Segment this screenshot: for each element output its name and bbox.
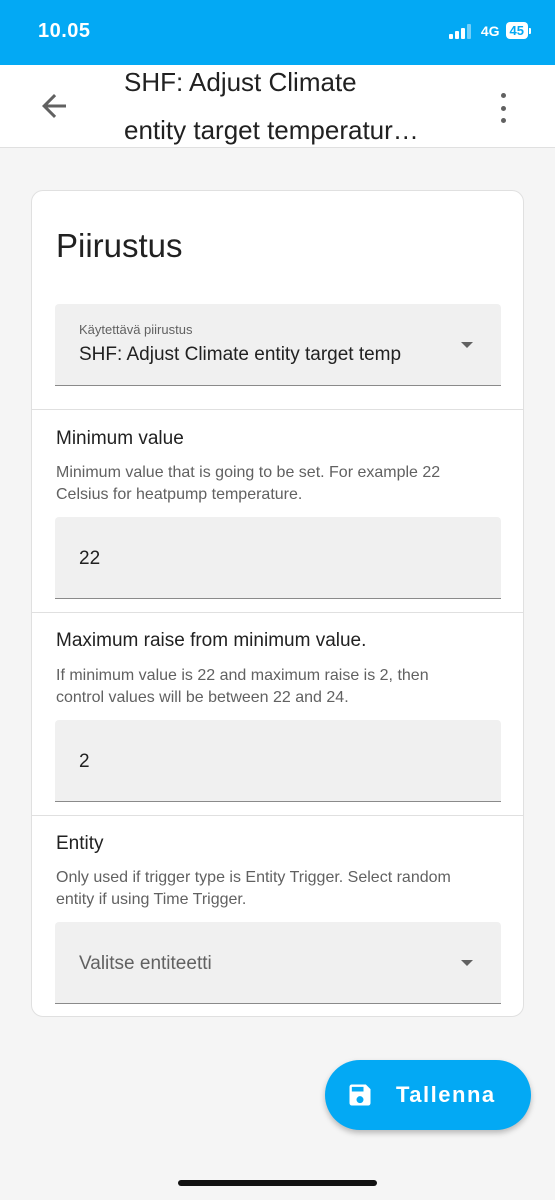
save-button[interactable]: Tallenna — [325, 1060, 531, 1130]
chevron-down-icon — [461, 960, 473, 966]
max-raise-text: 2 — [79, 751, 90, 772]
blueprint-select[interactable]: Käytettävä piirustus SHF: Adjust Climate… — [55, 304, 501, 386]
min-value-text: 22 — [79, 548, 101, 569]
blueprint-card: Piirustus Käytettävä piirustus SHF: Adju… — [31, 190, 524, 1017]
page-title-line1: SHF: Adjust Climate — [124, 67, 357, 97]
entity-title: Entity — [56, 833, 104, 854]
battery-level: 45 — [505, 22, 528, 39]
chevron-down-icon — [461, 342, 473, 348]
save-icon — [349, 1084, 371, 1106]
app-header: SHF: Adjust Climate entity target temper… — [0, 65, 555, 148]
home-indicator[interactable] — [178, 1180, 377, 1186]
entity-description: Only used if trigger type is Entity Trig… — [56, 869, 451, 908]
save-button-label: Tallenna — [396, 1082, 496, 1107]
entity-picker-placeholder: Valitse entiteetti — [79, 953, 212, 974]
min-value-description: Minimum value that is going to be set. F… — [56, 464, 441, 503]
divider — [32, 409, 523, 410]
status-icons: 4G 45 — [448, 22, 531, 39]
blueprint-select-label: Käytettävä piirustus — [79, 322, 193, 337]
blueprint-select-value: SHF: Adjust Climate entity target temp — [79, 344, 402, 365]
max-raise-description: If minimum value is 22 and maximum raise… — [56, 667, 429, 706]
max-raise-title: Maximum raise from minimum value. — [56, 630, 367, 651]
status-bar: 10.05 4G 45 — [0, 0, 555, 65]
battery-icon: 45 — [505, 22, 531, 39]
signal-icon — [448, 23, 471, 39]
divider — [32, 815, 523, 816]
entity-picker[interactable]: Valitse entiteetti — [55, 922, 501, 1004]
min-value-input[interactable]: 22 — [55, 517, 501, 599]
max-raise-input[interactable]: 2 — [55, 720, 501, 802]
card-title: Piirustus — [56, 227, 183, 264]
status-time: 10.05 — [38, 20, 91, 42]
network-type: 4G — [480, 22, 500, 39]
divider — [32, 612, 523, 613]
min-value-title: Minimum value — [56, 428, 184, 449]
page-title-line2: entity target temperatur… — [124, 115, 419, 145]
back-arrow-icon[interactable] — [36, 88, 72, 124]
overflow-menu-icon[interactable] — [491, 93, 515, 123]
